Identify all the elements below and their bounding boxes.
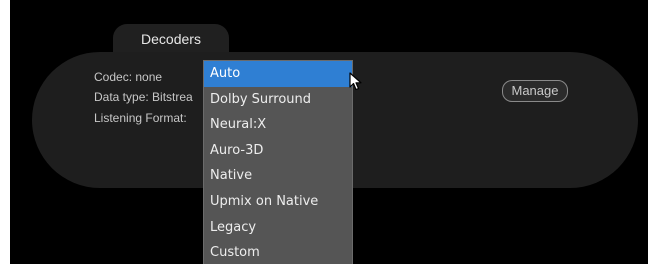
dropdown-option-native[interactable]: Native [204, 163, 352, 189]
dropdown-option-legacy[interactable]: Legacy [204, 215, 352, 241]
data-type-info: Data type: Bitstrea [94, 90, 193, 104]
dropdown-option-custom[interactable]: Custom [204, 240, 352, 264]
dropdown-option-auro-3d[interactable]: Auro-3D [204, 138, 352, 164]
decoders-screen: Decoders Codec: none Data type: Bitstrea… [10, 0, 648, 264]
listening-format-dropdown[interactable]: Auto Dolby Surround Neural:X Auro-3D Nat… [203, 60, 353, 264]
codec-info: Codec: none [94, 70, 163, 84]
dropdown-option-auto[interactable]: Auto [204, 61, 352, 87]
listening-format-label: Listening Format: [94, 111, 187, 125]
dropdown-option-dolby-surround[interactable]: Dolby Surround [204, 87, 352, 113]
dropdown-option-upmix-on-native[interactable]: Upmix on Native [204, 189, 352, 215]
dropdown-option-neural-x[interactable]: Neural:X [204, 112, 352, 138]
manage-button[interactable]: Manage [502, 80, 568, 102]
mouse-pointer-icon [349, 72, 362, 91]
tab-decoders-label: Decoders [141, 31, 201, 47]
